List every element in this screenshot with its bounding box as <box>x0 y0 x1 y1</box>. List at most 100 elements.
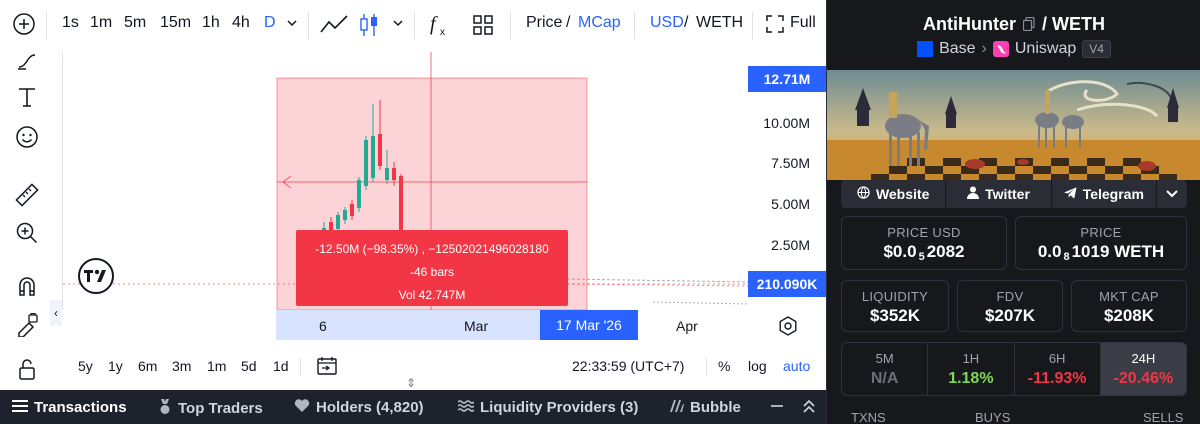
market-cap-card: MKT CAP $208K <box>1071 280 1187 332</box>
clock-timezone[interactable]: 22:33:59 (UTC+7) <box>572 358 684 374</box>
website-button[interactable]: Website <box>841 180 947 208</box>
price-usd-value: $0.0 5 2082 <box>883 242 965 263</box>
ruler-icon[interactable] <box>12 180 42 210</box>
range-3m[interactable]: 3m <box>172 358 191 374</box>
twitter-label: Twitter <box>985 186 1030 202</box>
chevron-down-icon[interactable] <box>392 16 404 34</box>
collapse-toolbar-button[interactable]: ‹ <box>50 300 62 326</box>
change-24h[interactable]: 24H -20.46% <box>1100 343 1186 395</box>
line-chart-icon[interactable] <box>320 14 348 41</box>
measure-change: -12.50M (−98.35%) , −12502021496028180 <box>315 242 549 256</box>
tab-liquidity-providers[interactable]: Liquidity Providers (3) <box>457 399 638 416</box>
twitter-button[interactable]: Twitter <box>946 180 1052 208</box>
divider <box>752 12 753 40</box>
brush-icon[interactable] <box>12 46 42 76</box>
range-5d[interactable]: 5d <box>241 358 257 374</box>
interval-1s[interactable]: 1s <box>62 14 79 32</box>
liquidity-label: LIQUIDITY <box>861 289 929 304</box>
tab-fade <box>752 390 764 424</box>
copy-icon[interactable] <box>1022 15 1035 36</box>
smiley-icon[interactable] <box>12 122 42 152</box>
range-5y[interactable]: 5y <box>78 358 93 374</box>
change-6h[interactable]: 6H -11.93% <box>1015 343 1101 395</box>
resize-handle-icon[interactable]: ⇕ <box>406 376 416 390</box>
price-axis-top-flag: 12.71M <box>748 66 826 92</box>
telegram-button[interactable]: Telegram <box>1052 180 1157 208</box>
price-toggle[interactable]: Price <box>526 14 562 32</box>
measure-volume: Vol 42.747M <box>398 288 466 302</box>
price-change-tabs: 5M N/A 1H 1.18% 6H -11.93% 24H -20.46% <box>841 342 1187 396</box>
log-toggle[interactable]: log <box>748 358 767 374</box>
mcap-toggle[interactable]: MCap <box>578 14 621 32</box>
lock-icon[interactable] <box>12 354 42 384</box>
user-icon <box>967 186 980 202</box>
price-native-label: PRICE <box>1080 225 1122 240</box>
interval-4h[interactable]: 4h <box>232 14 250 32</box>
divider <box>414 12 415 40</box>
usd-toggle[interactable]: USD <box>650 14 684 32</box>
tab-label: Top Traders <box>178 400 263 417</box>
interval-5m[interactable]: 5m <box>124 14 146 32</box>
time-axis-cursor-flag: 17 Mar '26 <box>540 310 638 340</box>
add-symbol-icon[interactable] <box>12 12 36 41</box>
change-label: 6H <box>1048 351 1066 366</box>
time-axis[interactable]: 6 Mar 17 Mar '26 Apr <box>62 310 748 340</box>
change-value: -20.46% <box>1113 370 1174 387</box>
price-axis-label: 5.00M <box>771 196 810 212</box>
waves-icon <box>457 400 475 415</box>
chevron-down-icon[interactable] <box>286 16 298 34</box>
change-1h[interactable]: 1H 1.18% <box>928 343 1015 395</box>
buys-label: BUYS <box>975 410 1011 424</box>
fullscreen-button[interactable]: Full <box>790 14 816 32</box>
chevron-down-icon <box>1166 186 1178 202</box>
globe-icon <box>857 186 870 202</box>
indicators-icon[interactable]: fx <box>428 12 452 43</box>
date-range-icon[interactable] <box>316 355 338 380</box>
layout-grid-icon[interactable] <box>472 14 494 41</box>
range-6m[interactable]: 6m <box>138 358 157 374</box>
price-usd-label: PRICE USD <box>887 225 961 240</box>
interval-1h[interactable]: 1h <box>202 14 220 32</box>
price-native-value: 0.0 8 1019 WETH <box>1037 242 1165 263</box>
percent-toggle[interactable]: % <box>718 358 730 374</box>
text-tool-icon[interactable] <box>12 82 42 112</box>
divider <box>46 12 47 40</box>
time-axis-label: 6 <box>319 318 327 334</box>
interval-15m[interactable]: 15m <box>160 14 191 32</box>
price-native-card: PRICE 0.0 8 1019 WETH <box>1015 216 1187 270</box>
minimize-icon[interactable] <box>770 396 784 421</box>
range-1d[interactable]: 1d <box>273 358 289 374</box>
tab-bubblemaps[interactable]: Bubble <box>670 399 741 416</box>
more-links-button[interactable] <box>1157 180 1187 208</box>
fdv-label: FDV <box>996 289 1024 304</box>
chevron-right-icon: › <box>981 40 987 57</box>
range-1m[interactable]: 1m <box>207 358 226 374</box>
chart-panel: 1s 1m 5m 15m 1h 4h D fx Price / MCap USD… <box>0 0 826 390</box>
tab-transactions[interactable]: Transactions <box>12 399 127 416</box>
chevron-double-up-icon[interactable] <box>802 398 816 419</box>
lock-drawing-icon[interactable] <box>12 310 42 340</box>
chart-settings-icon[interactable] <box>778 316 798 341</box>
telegram-icon <box>1063 186 1077 202</box>
magnet-icon[interactable] <box>12 272 42 302</box>
candles-icon[interactable] <box>358 12 380 43</box>
change-5m[interactable]: 5M N/A <box>842 343 929 395</box>
social-links: Website Twitter Telegram <box>841 180 1187 208</box>
auto-toggle[interactable]: auto <box>783 358 810 374</box>
market-cap-label: MKT CAP <box>1099 289 1159 304</box>
candle <box>385 168 389 180</box>
range-1y[interactable]: 1y <box>108 358 123 374</box>
drawing-toolbar <box>0 52 54 390</box>
tab-top-traders[interactable]: Top Traders <box>158 399 263 418</box>
range-bar: 5y 1y 6m 3m 1m 5d 1d 22:33:59 (UTC+7) % … <box>62 350 826 382</box>
chain-name[interactable]: Base <box>939 40 975 58</box>
interval-d[interactable]: D <box>264 14 276 32</box>
dex-name[interactable]: Uniswap <box>1015 40 1076 58</box>
zoom-in-icon[interactable] <box>12 218 42 248</box>
fullscreen-icon[interactable] <box>766 15 784 38</box>
interval-1m[interactable]: 1m <box>90 14 112 32</box>
tab-holders[interactable]: Holders (4,820) <box>294 399 424 416</box>
weth-toggle[interactable]: WETH <box>696 14 743 32</box>
change-label: 24H <box>1131 351 1156 366</box>
price-axis[interactable]: 12.71M 10.00M 7.50M 5.00M 2.50M 210.090K <box>748 52 826 310</box>
